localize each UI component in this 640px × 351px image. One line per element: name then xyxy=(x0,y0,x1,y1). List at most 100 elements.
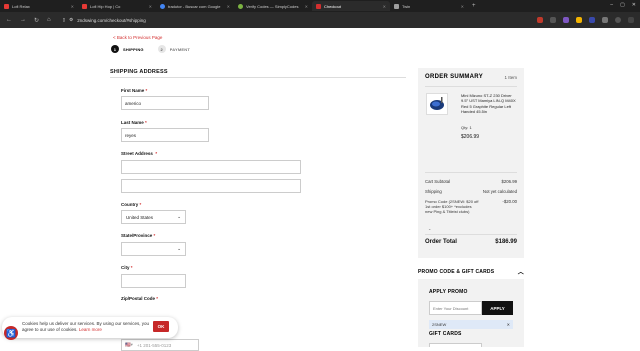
chevron-down-icon: ⌄ xyxy=(177,214,181,219)
back-to-previous-link[interactable]: < Back to Previous Page xyxy=(113,35,162,40)
step-payment-number: 2 xyxy=(157,45,166,53)
product-image xyxy=(426,93,448,115)
extension-icon[interactable] xyxy=(537,17,543,23)
extension-icon[interactable] xyxy=(589,17,595,23)
tab-title: Checkout xyxy=(324,3,341,9)
browser-tab-simplycodes[interactable]: Verify Codes — SimplyCodes ✕ xyxy=(234,1,312,11)
forward-arrow-icon[interactable]: → xyxy=(20,17,26,23)
state-province-select[interactable]: ⌄ xyxy=(121,242,186,256)
close-icon[interactable]: ✕ xyxy=(383,4,386,9)
extension-icons xyxy=(537,17,634,23)
order-total-row: Order Total $186.99 xyxy=(425,239,517,245)
divider xyxy=(110,77,406,78)
cart-subtotal-value: $206.99 xyxy=(501,179,517,184)
first-name-input[interactable]: americo xyxy=(121,96,209,110)
browser-tab-twin[interactable]: Twin ✕ xyxy=(390,1,468,11)
extension-icon[interactable] xyxy=(576,17,582,23)
minimize-icon[interactable]: – xyxy=(610,2,613,8)
product-name[interactable]: Mini Mizuno ST-Z 230 Driver 9.5° UST Mam… xyxy=(461,93,519,114)
promo-code-input[interactable]: Enter Your Discount xyxy=(429,301,482,315)
first-name-label: First Name * xyxy=(121,88,147,93)
accessibility-icon[interactable]: ♿ xyxy=(4,326,18,340)
close-icon[interactable]: ✕ xyxy=(149,4,152,9)
driver-club-icon xyxy=(430,97,444,110)
promo-code-note: Promo Code (2SNEW: $20 off 1st order $10… xyxy=(425,199,479,214)
reload-icon[interactable]: ↻ xyxy=(34,17,39,24)
menu-icon[interactable] xyxy=(628,17,634,23)
window-close-icon[interactable]: ✕ xyxy=(632,2,636,8)
shipping-row: Shipping Not yet calculated xyxy=(425,189,517,194)
browser-tab-lofi-relax[interactable]: Lofi Relax ✕ xyxy=(0,1,78,11)
browser-toolbar: ← → ↻ ⌂ ▯ ⚙ 2ndswing.com/checkout/#shipp… xyxy=(0,12,640,28)
profile-avatar[interactable] xyxy=(615,17,621,23)
promo-gift-cards-header: PROMO CODE & GIFT CARDS xyxy=(418,268,495,275)
required-mark: * xyxy=(130,265,133,270)
cart-subtotal-label: Cart Subtotal xyxy=(425,179,451,184)
item-count: 1 Item xyxy=(504,75,517,80)
last-name-input[interactable]: reyes xyxy=(121,128,209,142)
gift-card-input[interactable] xyxy=(429,343,482,347)
close-icon[interactable]: ✕ xyxy=(305,4,308,9)
tab-title: Twin xyxy=(402,3,411,9)
extensions-puzzle-icon[interactable] xyxy=(602,17,608,23)
close-icon[interactable]: ✕ xyxy=(71,4,74,9)
checkout-steps: 1 SHIPPING 2 PAYMENT xyxy=(111,45,190,53)
back-arrow-icon[interactable]: ← xyxy=(6,17,12,23)
close-icon[interactable]: ✕ xyxy=(461,4,464,9)
country-label: Country * xyxy=(121,202,141,207)
cookie-ok-button[interactable]: OK xyxy=(153,321,169,332)
page-icon xyxy=(394,3,399,9)
step-payment-label[interactable]: PAYMENT xyxy=(170,47,190,52)
zip-postal-label: Zip/Postal Code * xyxy=(121,296,158,301)
bookmark-icon[interactable]: ▯ xyxy=(63,17,65,23)
new-tab-button[interactable]: + xyxy=(472,3,476,9)
order-summary-title: ORDER SUMMARY xyxy=(425,74,484,80)
promo-gift-cards-toggle[interactable]: PROMO CODE & GIFT CARDS ︿ xyxy=(418,267,524,277)
address-bar[interactable]: ▯ ⚙ 2ndswing.com/checkout/#shipping xyxy=(58,15,529,25)
city-input[interactable] xyxy=(121,274,186,288)
chevron-down-icon[interactable]: ⌄ xyxy=(428,226,431,231)
site-logo-icon xyxy=(316,3,321,9)
maximize-icon[interactable]: ▢ xyxy=(620,2,625,8)
learn-more-link[interactable]: Learn more xyxy=(79,327,102,332)
state-province-label: State/Province * xyxy=(121,233,155,238)
cookie-text: Cookies help us deliver our services. By… xyxy=(22,321,152,333)
country-select[interactable]: United States ⌄ xyxy=(121,210,186,224)
section-title: SHIPPING ADDRESS xyxy=(110,69,168,75)
divider xyxy=(425,86,517,87)
gift-cards-title: GIFT CARDS xyxy=(429,331,462,337)
order-summary: ORDER SUMMARY 1 Item Mini Mizuno ST-Z 23… xyxy=(418,68,524,258)
required-mark: * xyxy=(155,151,158,156)
street-address-label: Street Address * xyxy=(121,151,157,156)
product-price: $206.99 xyxy=(461,134,480,140)
step-shipping-label[interactable]: SHIPPING xyxy=(123,47,144,52)
country-value: United States xyxy=(126,214,154,220)
close-icon[interactable]: ✕ xyxy=(227,4,230,9)
browser-tab-lofi-hiphop[interactable]: Lofi Hip Hop | Co ✕ xyxy=(78,1,156,11)
us-flag-icon[interactable]: 🇺🇸▾ xyxy=(125,342,133,348)
remove-promo-icon[interactable]: ✕ xyxy=(507,322,510,327)
chevron-down-icon: ⌄ xyxy=(177,246,181,251)
shipping-label: Shipping xyxy=(425,189,442,194)
required-mark: * xyxy=(156,296,159,301)
street-address-line2-input[interactable] xyxy=(121,179,301,193)
home-icon[interactable]: ⌂ xyxy=(47,17,51,23)
apply-promo-title: APPLY PROMO xyxy=(429,289,468,295)
divider xyxy=(425,172,517,173)
extension-icon[interactable] xyxy=(563,17,569,23)
tab-title: Verify Codes — SimplyCodes xyxy=(246,3,299,9)
label-text: Last Name xyxy=(121,120,144,125)
label-text: State/Province xyxy=(121,233,153,238)
check-icon xyxy=(238,3,243,9)
required-mark: * xyxy=(145,88,148,93)
phone-input[interactable]: 🇺🇸▾ +1 201-555-0123 xyxy=(121,339,199,351)
browser-tab-checkout[interactable]: Checkout ✕ xyxy=(312,1,390,11)
site-info-icon[interactable]: ⚙ xyxy=(69,17,73,23)
extension-icon[interactable] xyxy=(550,17,556,23)
street-address-line1-input[interactable] xyxy=(121,160,301,174)
label-text: Street Address xyxy=(121,151,153,156)
browser-tab-google[interactable]: tradutor - Buscar com Google ✕ xyxy=(156,1,234,11)
apply-promo-button[interactable]: APPLY xyxy=(482,301,513,315)
promo-discount-value: -$20.00 xyxy=(502,199,517,204)
city-label: City * xyxy=(121,265,133,270)
